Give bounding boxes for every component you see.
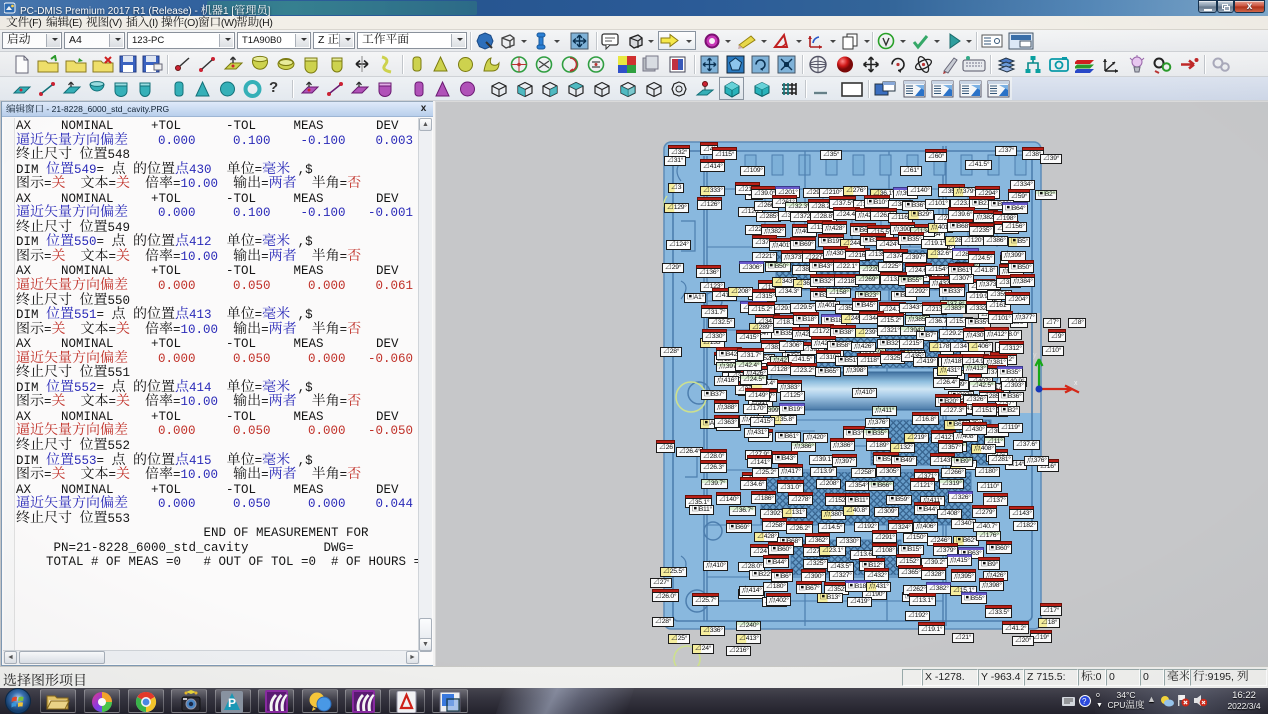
svg-text:x: x: [1074, 380, 1078, 387]
svg-text:P: P: [228, 696, 236, 710]
svg-text:?: ?: [1082, 697, 1087, 706]
svg-text:y: y: [1033, 352, 1037, 359]
